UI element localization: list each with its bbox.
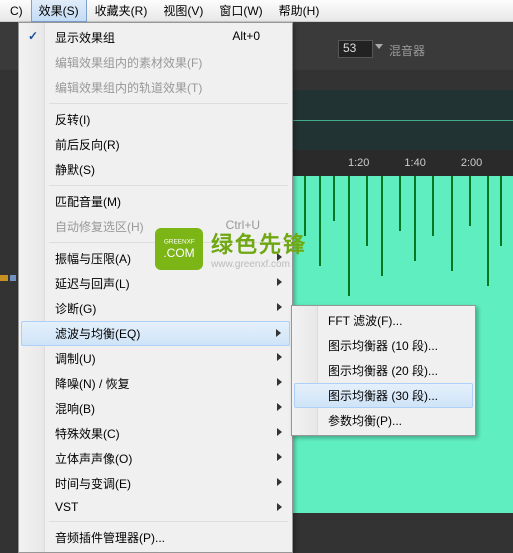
watermark: GREENXF .COM 绿色先锋 www.greenxf.com xyxy=(155,227,307,270)
submenu-graphic-eq-30[interactable]: 图示均衡器 (30 段)... xyxy=(294,383,473,408)
menu-stereo[interactable]: 立体声声像(O) xyxy=(21,446,290,471)
chevron-right-icon xyxy=(277,478,282,486)
menu-separator xyxy=(49,185,288,186)
dropdown-arrow-icon[interactable] xyxy=(375,44,383,49)
menu-front-back-invert[interactable]: 前后反向(R) xyxy=(21,132,290,157)
chevron-right-icon xyxy=(277,278,282,286)
watermark-title: 绿色先锋 xyxy=(211,227,307,259)
chevron-right-icon xyxy=(277,403,282,411)
menu-invert[interactable]: 反转(I) xyxy=(21,107,290,132)
menu-time-pitch[interactable]: 时间与变调(E) xyxy=(21,471,290,496)
track-color-stripe xyxy=(0,275,8,281)
menubar-favorites[interactable]: 收藏夹(R) xyxy=(87,0,156,22)
submenu-graphic-eq-10[interactable]: 图示均衡器 (10 段)... xyxy=(294,333,473,358)
chevron-right-icon xyxy=(277,353,282,361)
menubar-window[interactable]: 窗口(W) xyxy=(211,0,270,22)
time-mark: 1:20 xyxy=(348,157,369,169)
filter-eq-submenu: FFT 滤波(F)... 图示均衡器 (10 段)... 图示均衡器 (20 段… xyxy=(291,305,476,436)
menu-modulate[interactable]: 调制(U) xyxy=(21,346,290,371)
menubar-help[interactable]: 帮助(H) xyxy=(271,0,328,22)
menu-diagnose[interactable]: 诊断(G) xyxy=(21,296,290,321)
timeline: 1:20 1:40 2:00 xyxy=(293,150,513,176)
chevron-right-icon xyxy=(277,378,282,386)
menu-special-effects[interactable]: 特殊效果(C) xyxy=(21,421,290,446)
menu-vst[interactable]: VST xyxy=(21,496,290,518)
menu-edit-material-effects: 编辑效果组内的素材效果(F) xyxy=(21,50,290,75)
watermark-badge: GREENXF .COM xyxy=(155,228,203,270)
menu-audio-plugin-manager[interactable]: 音频插件管理器(P)... xyxy=(21,525,290,550)
menubar-prev-suffix[interactable]: C) xyxy=(2,1,31,21)
menu-edit-track-effects: 编辑效果组内的轨道效果(T) xyxy=(21,75,290,100)
chevron-right-icon xyxy=(276,329,281,337)
menubar: C) 效果(S) 收藏夹(R) 视图(V) 窗口(W) 帮助(H) xyxy=(0,0,513,22)
menubar-effects[interactable]: 效果(S) xyxy=(31,0,87,22)
submenu-graphic-eq-20[interactable]: 图示均衡器 (20 段)... xyxy=(294,358,473,383)
mixer-label[interactable]: 混音器 xyxy=(389,42,425,59)
menu-separator xyxy=(49,521,288,522)
track-color-stripe xyxy=(10,275,16,281)
submenu-fft-filter[interactable]: FFT 滤波(F)... xyxy=(294,308,473,333)
effects-menu: ✓ 显示效果组 Alt+0 编辑效果组内的素材效果(F) 编辑效果组内的轨道效果… xyxy=(18,22,293,553)
submenu-param-eq[interactable]: 参数均衡(P)... xyxy=(294,408,473,433)
chevron-right-icon xyxy=(277,428,282,436)
menu-reverb[interactable]: 混响(B) xyxy=(21,396,290,421)
menu-noise-reduce[interactable]: 降噪(N) / 恢复 xyxy=(21,371,290,396)
chevron-right-icon xyxy=(277,503,282,511)
menu-silence[interactable]: 静默(S) xyxy=(21,157,290,182)
chevron-right-icon xyxy=(277,453,282,461)
time-mark: 2:00 xyxy=(461,157,482,169)
waveform-area: 1:20 1:40 2:00 xyxy=(293,90,513,513)
shortcut-label: Alt+0 xyxy=(232,29,260,43)
watermark-url: www.greenxf.com xyxy=(211,259,307,270)
menu-separator xyxy=(49,103,288,104)
menu-delay-echo[interactable]: 延迟与回声(L) xyxy=(21,271,290,296)
sample-rate-input[interactable]: 53 xyxy=(338,40,373,58)
checkmark-icon: ✓ xyxy=(28,29,38,43)
menubar-view[interactable]: 视图(V) xyxy=(155,0,211,22)
menu-filter-eq[interactable]: 滤波与均衡(EQ) xyxy=(21,321,290,346)
chevron-right-icon xyxy=(277,303,282,311)
menu-match-volume[interactable]: 匹配音量(M) xyxy=(21,189,290,214)
menu-show-effects-group[interactable]: ✓ 显示效果组 Alt+0 xyxy=(21,25,290,50)
waveform-upper xyxy=(293,90,513,150)
time-mark: 1:40 xyxy=(404,157,425,169)
